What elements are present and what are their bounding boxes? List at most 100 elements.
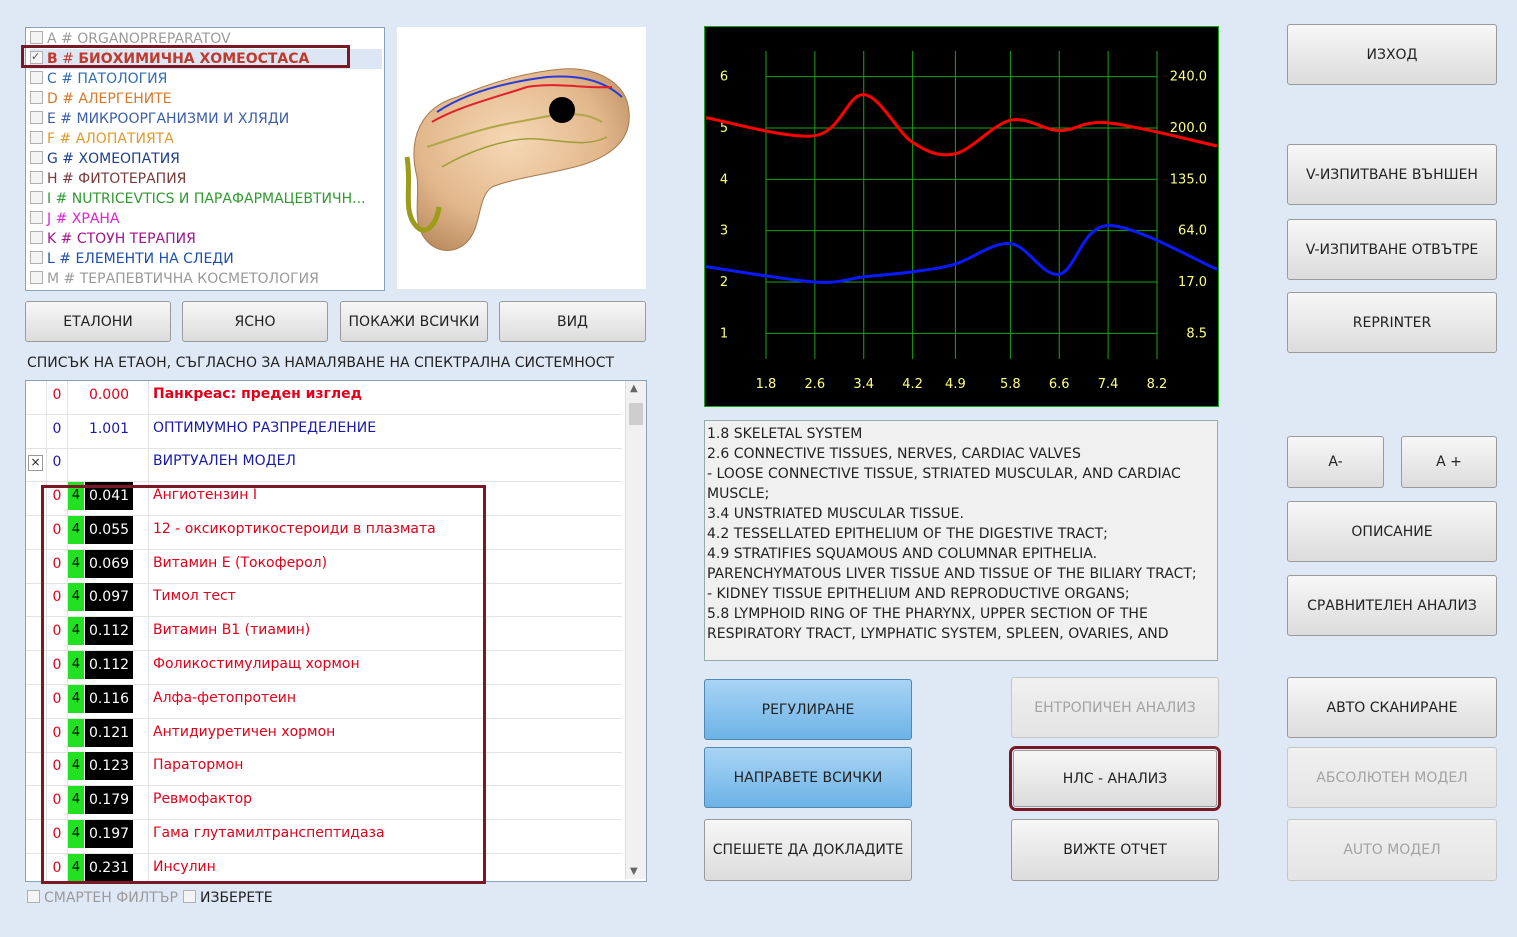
row-name-cell: ВИРТУАЛЕН МОДЕЛ	[153, 453, 296, 470]
chart-left-tick-label: 3	[720, 224, 728, 239]
category-label: МИКРООРГАНИЗМИ И ХЛЯДИ	[76, 111, 290, 127]
pancreas-icon	[404, 68, 630, 251]
category-checkbox[interactable]	[30, 31, 43, 44]
show-all-button[interactable]: ПОКАЖИ ВСИЧКИ	[340, 301, 488, 342]
organ-image-pancreas[interactable]	[397, 27, 646, 289]
exit-button[interactable]: ИЗХОД	[1287, 24, 1497, 85]
column-divider	[67, 381, 68, 414]
scroll-thumb[interactable]	[629, 403, 643, 425]
list-row-header[interactable]: × 0 ВИРТУАЛЕН МОДЕЛ	[26, 448, 622, 483]
category-letter: K	[47, 231, 57, 247]
category-checkbox[interactable]	[30, 211, 43, 224]
row-index-cell: 0	[52, 454, 62, 471]
category-checkbox[interactable]	[30, 191, 43, 204]
category-checkbox[interactable]	[30, 171, 43, 184]
category-item-f[interactable]: F # АЛОПАТИЯТА	[30, 129, 382, 149]
scroll-down-icon[interactable]: ▼	[630, 866, 638, 877]
view-button[interactable]: ВИД	[499, 301, 646, 342]
see-report-button[interactable]: ВИЖТЕ ОТЧЕТ	[1011, 819, 1219, 881]
category-label: АЛОПАТИЯТА	[75, 131, 174, 147]
regulate-button[interactable]: РЕГУЛИРАНЕ	[704, 679, 912, 740]
category-item-j[interactable]: J # ХРАНА	[30, 209, 382, 229]
category-hash: #	[56, 231, 77, 247]
reprinter-button[interactable]: REPRINTER	[1287, 292, 1497, 353]
description-line: - KIDNEY TISSUE EPITHELIUM AND REPRODUCT…	[707, 586, 1130, 602]
chart-x-tick-label: 8.2	[1147, 377, 1168, 392]
category-item-m[interactable]: M # ТЕРАПЕВТИЧНА КОСМЕТОЛОГИЯ	[30, 269, 382, 289]
checkbox-icon	[183, 890, 196, 903]
category-item-g[interactable]: G # ХОМЕОПАТИЯ	[30, 149, 382, 169]
clear-button[interactable]: ЯСНО	[182, 301, 328, 342]
category-item-e[interactable]: E # МИКРООРГАНИЗМИ И ХЛЯДИ	[30, 109, 382, 129]
description-line: 4.2 TESSELLATED EPITHELIUM OF THE DIGEST…	[707, 526, 1108, 542]
row-value-cell: 1.001	[88, 420, 130, 437]
results-scrollbar[interactable]: ▲ ▼	[625, 381, 646, 879]
font-decrease-button[interactable]: A-	[1287, 436, 1384, 488]
category-item-i[interactable]: I # NUTRICEVTICS И ПАРАФАРМАЦЕВТИЧН...	[30, 189, 382, 209]
category-hash: #	[51, 211, 72, 227]
font-increase-button[interactable]: A +	[1401, 436, 1497, 488]
category-hash: #	[59, 271, 80, 287]
category-item-h[interactable]: H # ФИТОТЕРАПИЯ	[30, 169, 382, 189]
spectral-chart[interactable]: 654321240.0200.0135.064.017.08.51.8 2.6 3.…	[704, 26, 1219, 407]
results-highlight-frame	[41, 485, 486, 884]
checkbox-icon	[27, 890, 40, 903]
list-row-header[interactable]: 0 1.001 ОПТИМУМНО РАЗПРЕДЕЛЕНИЕ	[26, 414, 622, 449]
chart-right-tick-label: 240.0	[1170, 70, 1207, 85]
scroll-up-icon[interactable]: ▲	[630, 383, 638, 394]
row-value-cell	[85, 448, 133, 476]
row-name-cell: Панкреас: преден изглед	[153, 386, 362, 402]
close-icon[interactable]: ×	[28, 455, 43, 472]
description-button[interactable]: ОПИСАНИЕ	[1287, 501, 1497, 562]
category-checkbox[interactable]	[30, 91, 43, 104]
chart-left-tick-label: 2	[720, 275, 728, 290]
chart-background	[704, 26, 1219, 407]
v-test-external-button[interactable]: V-ИЗПИТВАНЕ ВЪНШЕН	[1287, 144, 1497, 205]
category-item-d[interactable]: D # АЛЕРГЕНИТЕ	[30, 89, 382, 109]
category-letter: E	[47, 111, 56, 127]
chart-right-tick-label: 200.0	[1170, 121, 1207, 136]
do-all-button[interactable]: НАПРАВЕТЕ ВСИЧКИ	[704, 747, 912, 808]
column-divider	[46, 448, 47, 482]
category-checkbox[interactable]	[30, 271, 43, 284]
smart-filter-checkbox[interactable]: СМАРТЕН ФИЛТЪР	[27, 890, 178, 906]
category-checkbox[interactable]	[30, 71, 43, 84]
chart-left-tick-label: 6	[720, 70, 728, 85]
absolute-model-button[interactable]: АБСОЛЮТЕН МОДЕЛ	[1287, 747, 1497, 808]
auto-model-button[interactable]: AUTO МОДЕЛ	[1287, 819, 1497, 881]
category-checkbox[interactable]	[30, 231, 43, 244]
description-line: 2.6 CONNECTIVE TISSUES, NERVES, CARDIAC …	[707, 446, 1081, 462]
category-item-c[interactable]: C # ПАТОЛОГИЯ	[30, 69, 382, 89]
chart-x-tick-label: 5.8	[1000, 377, 1021, 392]
category-label: NUTRICEVTICS И ПАРАФАРМАЦЕВТИЧН...	[71, 191, 366, 207]
chart-right-tick-label: 64.0	[1178, 224, 1207, 239]
v-test-internal-button[interactable]: V-ИЗПИТВАНЕ ОТВЪТРЕ	[1287, 219, 1497, 280]
chart-x-tick-label: 7.4	[1098, 377, 1119, 392]
category-checkbox[interactable]	[30, 111, 43, 124]
auto-scan-button[interactable]: АВТО СКАНИРАНЕ	[1287, 677, 1497, 738]
category-item-k[interactable]: K # СТОУН ТЕРАПИЯ	[30, 229, 382, 249]
category-hash: #	[57, 91, 79, 107]
list-row-header[interactable]: 0 0.000 Панкреас: преден изглед	[26, 381, 622, 415]
description-line: 3.4 UNSTRIATED MUSCULAR TISSUE.	[707, 506, 964, 522]
column-divider	[148, 448, 149, 482]
nls-analysis-button[interactable]: НЛС - АНАЛИЗ	[1009, 746, 1221, 811]
comparative-analysis-button[interactable]: СРАВНИТЕЛЕН АНАЛИЗ	[1287, 575, 1497, 636]
category-letter: M	[47, 271, 60, 287]
chart-x-tick-label: 3.4	[853, 377, 874, 392]
category-checkbox[interactable]	[30, 131, 43, 144]
description-text-box[interactable]: 1.8 SKELETAL SYSTEM 2.6 CONNECTIVE TISSUE…	[704, 420, 1218, 661]
category-checkbox[interactable]	[30, 251, 43, 264]
category-item-l[interactable]: L # ЕЛЕМЕНТИ НА СЛЕДИ	[30, 249, 382, 269]
category-hash: #	[56, 71, 78, 87]
list-title: СПИСЪК НА ЕТАОН, СЪГЛАСНО ЗА НАМАЛЯВАНЕ …	[27, 355, 615, 371]
category-label: ФИТОТЕРАПИЯ	[78, 171, 187, 187]
chart-x-tick-label: 1.8	[756, 377, 777, 392]
hurry-report-button[interactable]: СПЕШЕТЕ ДА ДОКЛАДИТЕ	[704, 819, 912, 881]
chart-x-tick-label: 6.6	[1049, 377, 1070, 392]
entropic-analysis-button[interactable]: ЕНТРОПИЧЕН АНАЛИЗ	[1011, 677, 1219, 738]
select-checkbox[interactable]: ИЗБЕРЕТЕ	[183, 890, 273, 906]
category-checkbox[interactable]	[30, 151, 43, 164]
etaloni-button[interactable]: ЕТАЛОНИ	[25, 301, 171, 342]
category-label: ЕЛЕМЕНТИ НА СЛЕДИ	[75, 251, 234, 267]
